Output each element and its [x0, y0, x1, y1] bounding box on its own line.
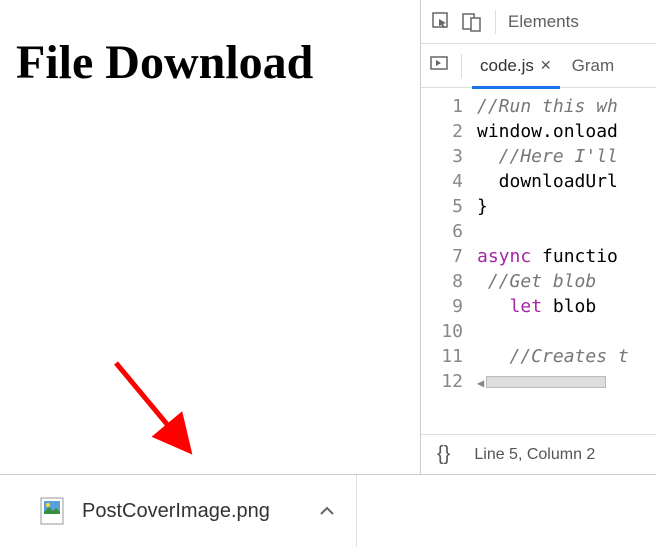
annotation-arrow [100, 355, 210, 465]
close-icon[interactable]: ✕ [540, 57, 552, 74]
navigator-icon[interactable] [429, 53, 449, 78]
page-content: File Download [0, 0, 420, 474]
download-chip[interactable]: PostCoverImage.png [0, 475, 357, 547]
line-gutter: 123456789101112 [421, 88, 471, 434]
elements-tab[interactable]: Elements [508, 12, 579, 32]
devtools-file-tabs: code.js ✕ Gram [421, 44, 656, 88]
tab-codejs[interactable]: code.js ✕ [474, 44, 558, 88]
chevron-up-icon[interactable] [318, 502, 336, 520]
image-file-icon [40, 497, 64, 525]
code-content: //Run this whwindow.onload //Here I'll d… [471, 88, 656, 434]
code-editor[interactable]: 123456789101112 //Run this whwindow.onlo… [421, 88, 656, 434]
devtools-status-bar: {} Line 5, Column 2 [421, 434, 656, 474]
page-title: File Download [16, 35, 420, 90]
download-bar: PostCoverImage.png [0, 475, 656, 547]
tab-label: code.js [480, 56, 534, 76]
tab-gram[interactable]: Gram [566, 44, 621, 88]
pretty-print-icon[interactable]: {} [437, 443, 450, 466]
devtools-panel: Elements code.js ✕ Gram 123456789101112 … [420, 0, 656, 474]
download-filename: PostCoverImage.png [82, 500, 270, 523]
toggle-device-icon[interactable] [461, 11, 483, 33]
cursor-position: Line 5, Column 2 [474, 446, 595, 464]
inspect-element-icon[interactable] [431, 11, 453, 33]
devtools-toolbar: Elements [421, 0, 656, 44]
tab-label: Gram [572, 56, 615, 76]
